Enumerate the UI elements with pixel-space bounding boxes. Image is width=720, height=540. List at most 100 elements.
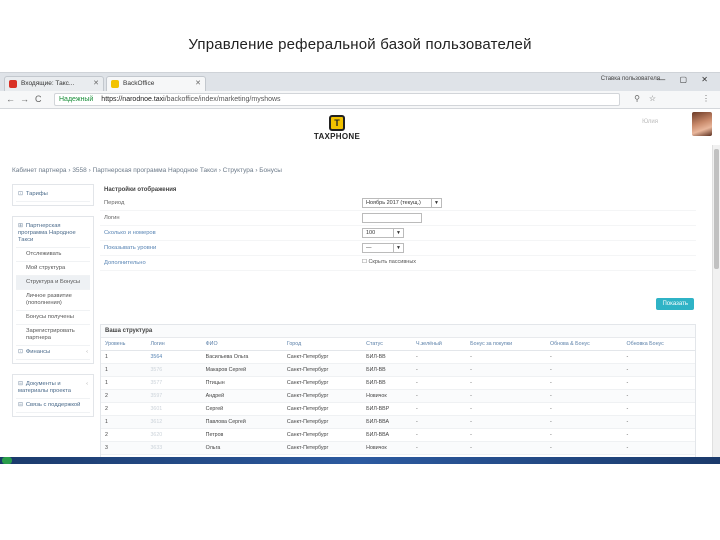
scrollbar[interactable] [712, 145, 720, 464]
show-button[interactable]: Показать [656, 298, 694, 310]
filter-label[interactable]: Показывать уровни [104, 245, 156, 251]
sidebar-item-label: Структура и Бонусы [26, 279, 81, 285]
window-controls[interactable]: — ▢ ✕ [657, 75, 714, 84]
cell-level: 2 [101, 428, 147, 442]
cell-status: БИЛ-ВВ [362, 376, 412, 390]
cell-login[interactable]: 3601 [146, 402, 202, 416]
column-header[interactable]: Ч.зелёный [411, 338, 467, 351]
cell-login[interactable]: 3620 [146, 428, 202, 442]
user-name[interactable]: Юлия [642, 119, 658, 125]
filter-select[interactable]: Ноябрь 2017 (текущ.) ▼ [362, 198, 442, 208]
hide-passive-checkbox[interactable]: ☐ Скрыть пассивных [362, 259, 416, 265]
back-icon[interactable]: ← [6, 94, 15, 104]
cell-b: - [466, 350, 546, 364]
avatar[interactable] [692, 112, 712, 136]
cell-b: - [466, 428, 546, 442]
table-row[interactable]: 2 3601 Сергей Санкт-Петербург БИЛ-ВВР - - - - [101, 402, 695, 416]
sidebar-item-program-2[interactable]: Мой структура [16, 262, 90, 276]
star-icon[interactable]: ☆ [649, 94, 656, 103]
sidebar-item-label: Тарифы [25, 191, 48, 197]
column-header[interactable]: Статус [362, 338, 412, 351]
url-field[interactable]: Надежный https://narodnoe.taxi/backoffic… [54, 93, 620, 106]
cell-login[interactable]: 3577 [146, 376, 202, 390]
reload-icon[interactable]: C [35, 94, 42, 104]
sidebar-item-program-4[interactable]: Личное развитие (пополнения) [16, 290, 90, 311]
cell-level: 1 [101, 415, 147, 429]
sidebar: ⊡ Тарифы ⊞ Партнерская программа Народное … [12, 184, 94, 427]
filter-row: Логин [100, 211, 696, 226]
sidebar-item-program-7[interactable]: ⊡ Финансы ‹ [16, 346, 90, 360]
sidebar-program-box: ⊞ Партнерская программа Народное Такси Отс… [12, 216, 94, 364]
forward-icon[interactable]: → [20, 94, 29, 104]
column-header[interactable]: Логин [146, 338, 202, 351]
cell-login[interactable]: 3633 [146, 441, 202, 455]
tab-backoffice[interactable]: BackOffice ✕ [106, 76, 206, 91]
cell-status: БИЛ-ВВА [362, 415, 412, 429]
table-row[interactable]: 1 3577 Птицын Санкт-Петербург БИЛ-ВВ - - - - [101, 376, 695, 390]
start-button-icon[interactable] [2, 457, 12, 464]
cell-level: 2 [101, 389, 147, 403]
filter-label[interactable]: Сколько и номеров [104, 230, 156, 236]
table-row[interactable]: 2 3620 Петров Санкт-Петербург БИЛ-ВВА - - - - [101, 428, 695, 442]
cell-name: Петров [201, 428, 283, 442]
menu-icon[interactable]: ⋮ [702, 94, 710, 103]
cell-a: - [411, 402, 467, 416]
table-row[interactable]: 1 3564 Васильева Ольга Санкт-Петербург БИЛ-В… [101, 350, 695, 364]
filter-panel: Настройки отображения Период Ноябрь 2017 … [100, 184, 696, 314]
cell-city: Санкт-Петербург [282, 376, 363, 390]
cell-d: - [622, 363, 695, 377]
cell-d: - [622, 389, 695, 403]
sidebar-item-bottom-1[interactable]: ⊟ Связь с поддержкой [16, 399, 90, 413]
column-header[interactable]: Уровень [101, 338, 147, 351]
cell-city: Санкт-Петербург [282, 389, 363, 403]
sidebar-item-bottom-0[interactable]: ⊟ Документы и материалы проекта ‹ [16, 378, 90, 399]
table-row[interactable]: 2 3597 Андрей Санкт-Петербург Новичок - - - - [101, 389, 695, 403]
cell-login[interactable]: 3564 [146, 350, 202, 364]
breadcrumb[interactable]: Кабинет партнера › 3558 › Партнерская пр… [12, 167, 282, 174]
column-header[interactable]: Бонус за покупки [466, 338, 546, 351]
chevron-down-icon: ▼ [396, 245, 401, 251]
cell-login[interactable]: 3612 [146, 415, 202, 429]
cell-a: - [411, 376, 467, 390]
column-header[interactable]: Город [282, 338, 363, 351]
sidebar-bottom-box: ⊟ Документы и материалы проекта ‹ ⊟ Связь с … [12, 374, 94, 417]
search-icon[interactable]: ⚲ [634, 94, 640, 103]
table-row[interactable]: 3 3633 Ольга Санкт-Петербург Новичок - - - - [101, 441, 695, 455]
sidebar-item-top-0[interactable]: ⊡ Тарифы [16, 188, 90, 202]
tab-label: Входящие: Такс... [21, 80, 75, 87]
filter-select[interactable]: 100 ▼ [362, 228, 404, 238]
sidebar-item-program-5[interactable]: Бонусы получены [16, 311, 90, 325]
tab-mail[interactable]: Входящие: Такс... ✕ [4, 76, 104, 91]
sidebar-item-program-1[interactable]: Отслеживать [16, 248, 90, 262]
sidebar-item-program-0[interactable]: ⊞ Партнерская программа Народное Такси [16, 220, 90, 248]
cell-b: - [466, 376, 546, 390]
window-user-label: Ставка пользователя [600, 76, 660, 82]
filter-row: Показывать уровни — ▼ [100, 241, 696, 256]
cell-c: - [545, 441, 623, 455]
select-value: Ноябрь 2017 (текущ.) [366, 200, 421, 206]
scrollbar-thumb[interactable] [714, 149, 719, 269]
cell-login[interactable]: 3576 [146, 363, 202, 377]
close-tab-icon[interactable]: ✕ [93, 79, 99, 87]
sidebar-item-program-3[interactable]: Структура и Бонусы [16, 276, 90, 290]
cell-login[interactable]: 3597 [146, 389, 202, 403]
filter-label[interactable]: Дополнительно [104, 260, 146, 266]
cell-c: - [545, 402, 623, 416]
column-header[interactable]: Обнова & Бонус [545, 338, 623, 351]
logo[interactable]: T TAXPHONE [312, 115, 362, 141]
sidebar-item-label: Документы и материалы проекта [18, 381, 71, 394]
taxi-favicon-icon [111, 80, 119, 88]
table-row[interactable]: 1 3576 Макаров Сергей Санкт-Петербург БИЛ-ВВ… [101, 363, 695, 377]
secure-label: Надежный [59, 96, 94, 103]
chevron-down-icon: ▼ [434, 200, 439, 206]
close-tab-icon[interactable]: ✕ [195, 79, 201, 87]
filter-select[interactable]: — ▼ [362, 243, 404, 253]
sidebar-item-program-6[interactable]: Зарегистрировать партнера [16, 325, 90, 346]
login-input[interactable] [362, 213, 422, 223]
column-header[interactable]: ФИО [201, 338, 283, 351]
table-row[interactable]: 1 3612 Павлова Сергей Санкт-Петербург БИЛ-ВВ… [101, 415, 695, 429]
menu-item-icon: ⊡ [18, 191, 23, 197]
cell-city: Санкт-Петербург [282, 402, 363, 416]
cell-b: - [466, 415, 546, 429]
column-header[interactable]: Обновка Бонус [622, 338, 695, 351]
